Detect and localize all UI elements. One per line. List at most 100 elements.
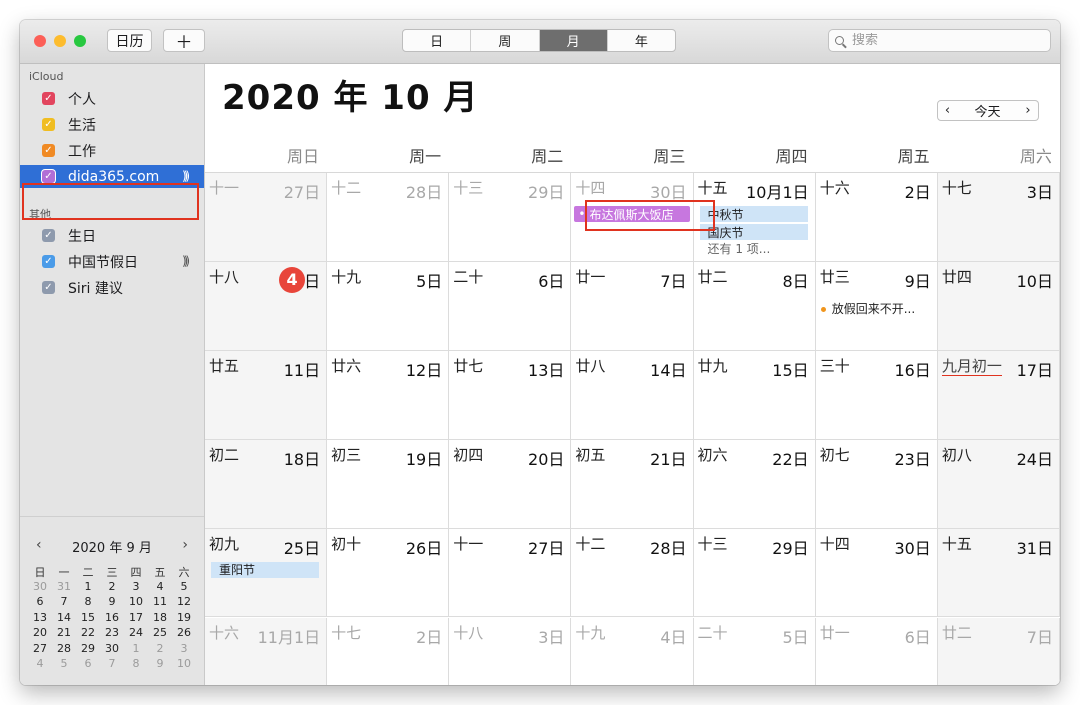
- mini-day[interactable]: 7: [100, 657, 124, 673]
- mini-day[interactable]: 22: [76, 626, 100, 642]
- day-cell[interactable]: 十九 5日: [327, 261, 450, 351]
- mini-day[interactable]: 8: [124, 657, 148, 673]
- mini-day[interactable]: 5: [52, 657, 76, 673]
- search-input[interactable]: [852, 33, 1032, 48]
- day-cell[interactable]: 十三 29日: [693, 528, 816, 618]
- calendar-checkbox[interactable]: ✓: [42, 92, 55, 105]
- calendar-item[interactable]: ✓ 生活: [20, 113, 204, 136]
- close-window-button[interactable]: [34, 35, 46, 47]
- mini-day[interactable]: 17: [124, 611, 148, 627]
- day-cell[interactable]: 九月初一 17日: [937, 350, 1060, 440]
- day-cell[interactable]: 十七 2日: [327, 617, 450, 685]
- mini-day[interactable]: 27: [28, 642, 52, 658]
- mini-day[interactable]: 1: [124, 642, 148, 658]
- mini-day[interactable]: 10: [172, 657, 196, 673]
- calendar-checkbox[interactable]: ✓: [42, 229, 55, 242]
- day-cell[interactable]: 初十 26日: [327, 528, 450, 618]
- day-cell[interactable]: 廿三 9日 放假回来不开...: [815, 261, 938, 351]
- mini-day[interactable]: 19: [172, 611, 196, 627]
- day-cell[interactable]: 廿五 11日: [205, 350, 328, 440]
- mini-day[interactable]: 24: [124, 626, 148, 642]
- mini-day[interactable]: 31: [52, 580, 76, 596]
- mini-next-month-button[interactable]: ›: [182, 537, 188, 553]
- mini-day[interactable]: 5: [172, 580, 196, 596]
- day-cell[interactable]: 十六 2日: [815, 173, 938, 262]
- day-cell[interactable]: 十二 28日: [571, 528, 694, 618]
- day-cell[interactable]: 廿四 10日: [937, 261, 1060, 351]
- mini-day[interactable]: 8: [76, 595, 100, 611]
- calendar-item[interactable]: ✓ dida365.com))): [20, 165, 204, 188]
- event-item[interactable]: 中秋节: [699, 206, 808, 222]
- event-item[interactable]: • 布达佩斯大饭店: [574, 206, 691, 222]
- calendar-checkbox[interactable]: ✓: [42, 118, 55, 131]
- mini-day[interactable]: 21: [52, 626, 76, 642]
- day-cell[interactable]: 初五 21日: [571, 439, 694, 529]
- day-cell[interactable]: 廿八 14日: [571, 350, 694, 440]
- mini-day[interactable]: 18: [148, 611, 172, 627]
- view-tab-2[interactable]: 月: [539, 30, 608, 51]
- mini-day[interactable]: 11: [148, 595, 172, 611]
- day-cell[interactable]: 初三 19日: [327, 439, 450, 529]
- day-cell[interactable]: 廿六 12日: [327, 350, 450, 440]
- day-cell[interactable]: 廿九 15日: [693, 350, 816, 440]
- calendar-checkbox[interactable]: ✓: [42, 144, 55, 157]
- calendar-checkbox[interactable]: ✓: [42, 281, 55, 294]
- prev-month-button[interactable]: ‹: [937, 100, 958, 121]
- day-cell[interactable]: 十一 27日: [449, 528, 572, 618]
- event-item[interactable]: 重阳节: [211, 561, 319, 578]
- view-tab-1[interactable]: 周: [471, 30, 540, 51]
- more-events-link[interactable]: 还有 1 项...: [708, 240, 771, 257]
- mini-day[interactable]: 26: [172, 626, 196, 642]
- day-cell[interactable]: 初二 18日: [205, 439, 328, 529]
- mini-day[interactable]: 14: [52, 611, 76, 627]
- day-cell[interactable]: 十六 11月1日: [205, 617, 328, 685]
- minimize-window-button[interactable]: [54, 35, 66, 47]
- calendar-item[interactable]: ✓ Siri 建议: [20, 276, 204, 299]
- day-cell[interactable]: 廿一 7日: [571, 261, 694, 351]
- mini-day[interactable]: 3: [124, 580, 148, 596]
- search-field[interactable]: [828, 29, 1051, 52]
- calendar-checkbox[interactable]: ✓: [42, 170, 55, 183]
- view-tab-0[interactable]: 日: [403, 30, 472, 51]
- mini-day[interactable]: 1: [76, 580, 100, 596]
- mini-day[interactable]: 4: [148, 580, 172, 596]
- day-cell[interactable]: 初六 22日: [693, 439, 816, 529]
- day-cell[interactable]: 初九 25日 重阳节: [205, 528, 328, 618]
- calendar-item[interactable]: ✓ 生日: [20, 224, 204, 247]
- day-cell[interactable]: 廿七 13日: [449, 350, 572, 440]
- day-cell[interactable]: 廿二 7日: [937, 617, 1060, 685]
- calendar-item[interactable]: ✓ 工作: [20, 139, 204, 162]
- mini-day[interactable]: 15: [76, 611, 100, 627]
- calendars-list-button[interactable]: 日历: [107, 29, 152, 52]
- mini-day[interactable]: 6: [76, 657, 100, 673]
- day-cell[interactable]: 十四 30日: [815, 528, 938, 618]
- calendar-checkbox[interactable]: ✓: [42, 255, 55, 268]
- mini-day[interactable]: 30: [28, 580, 52, 596]
- mini-day[interactable]: 29: [76, 642, 100, 658]
- mini-day[interactable]: 2: [148, 642, 172, 658]
- today-button[interactable]: 今天: [957, 100, 1019, 121]
- day-cell[interactable]: 初四 20日: [449, 439, 572, 529]
- day-cell[interactable]: 二十 6日: [449, 261, 572, 351]
- day-cell[interactable]: 初八 24日: [937, 439, 1060, 529]
- mini-day[interactable]: 23: [100, 626, 124, 642]
- day-cell[interactable]: 廿二 8日: [693, 261, 816, 351]
- add-event-button[interactable]: ＋: [163, 29, 205, 53]
- day-cell[interactable]: 十一 27日: [205, 173, 328, 262]
- mini-day[interactable]: 12: [172, 595, 196, 611]
- calendar-item[interactable]: ✓ 个人: [20, 87, 204, 110]
- mini-day[interactable]: 3: [172, 642, 196, 658]
- event-item[interactable]: 放假回来不开...: [820, 300, 915, 317]
- event-item[interactable]: 国庆节: [699, 224, 808, 240]
- mini-day[interactable]: 6: [28, 595, 52, 611]
- mini-day[interactable]: 13: [28, 611, 52, 627]
- day-cell[interactable]: 十八 3日: [449, 617, 572, 685]
- day-cell[interactable]: 二十 5日: [694, 617, 816, 685]
- day-cell[interactable]: 初七 23日: [815, 439, 938, 529]
- mini-day[interactable]: 2: [100, 580, 124, 596]
- mini-day[interactable]: 7: [52, 595, 76, 611]
- day-cell[interactable]: 十八 4 日: [205, 261, 328, 351]
- day-cell[interactable]: 廿一 6日: [816, 617, 938, 685]
- zoom-window-button[interactable]: [74, 35, 86, 47]
- day-cell[interactable]: 十九 4日: [571, 617, 694, 685]
